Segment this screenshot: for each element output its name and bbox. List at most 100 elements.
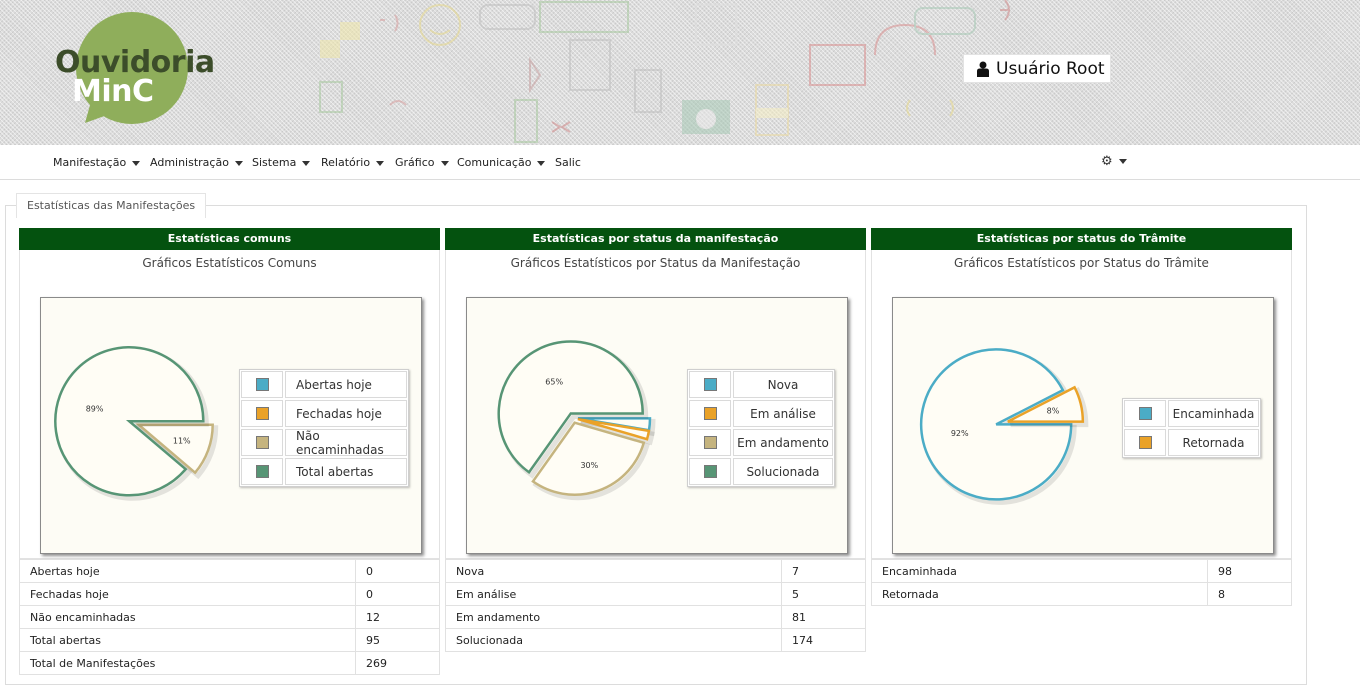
chart-legend: Abertas hoje Fechadas hoje Não encaminha… [239, 369, 409, 487]
settings-menu[interactable]: ⚙ [1101, 154, 1127, 169]
legend-swatch [255, 407, 269, 420]
chart-area: 11% 89% Abertas hoje Fechadas hoje Não en… [40, 297, 422, 554]
panel-manifestation-status: Estatísticas por status da manifestação … [445, 228, 866, 652]
row-value: 95 [355, 628, 440, 652]
legend-swatch [703, 378, 717, 391]
nav-item-relatorio[interactable]: Relatório [321, 156, 385, 169]
legend-swatch [255, 378, 269, 391]
row-label: Solucionada [445, 628, 782, 652]
legend-item: Nova [688, 370, 834, 399]
row-value: 0 [355, 559, 440, 583]
legend-label: Nova [733, 371, 833, 398]
legend-item: Abertas hoje [240, 370, 408, 399]
row-value: 174 [781, 628, 866, 652]
nav-item-salic[interactable]: Salic [555, 156, 581, 169]
nav-label: Comunicação [457, 156, 532, 169]
chevron-down-icon [537, 160, 546, 166]
row-value: 7 [781, 559, 866, 583]
nav-item-sistema[interactable]: Sistema [252, 156, 311, 169]
legend-label: Abertas hoje [285, 371, 407, 398]
pie-slice-label: 89% [86, 405, 104, 414]
legend-swatch [255, 436, 269, 449]
row-label: Total abertas [19, 628, 356, 652]
table-row: Em andamento 81 [445, 605, 866, 629]
legend-label: Retornada [1168, 429, 1259, 456]
main-nav: Manifestação Administração Sistema Relat… [0, 145, 1360, 180]
legend-swatch [1138, 436, 1152, 449]
panel-body: Gráficos Estatísticos por Status da Mani… [445, 250, 866, 559]
ouvidoria-minc-logo[interactable]: Ouvidoria MinC [55, 10, 235, 125]
row-label: Não encaminhadas [19, 605, 356, 629]
nav-item-grafico[interactable]: Gráfico [395, 156, 449, 169]
chevron-down-icon [376, 160, 385, 166]
legend-item: Retornada [1123, 428, 1260, 457]
row-value: 98 [1207, 559, 1292, 583]
legend-item: Em análise [688, 399, 834, 428]
pie-slice-label: 92% [951, 429, 969, 438]
table-row: Fechadas hoje 0 [19, 582, 440, 606]
panel-header: Estatísticas por status do Trâmite [871, 228, 1292, 250]
banner-decoration [319, 0, 1010, 143]
table-row: Não encaminhadas 12 [19, 605, 440, 629]
row-label: Encaminhada [871, 559, 1208, 583]
panel-body: Gráficos Estatísticos Comuns 11% 89% Aber… [19, 250, 440, 559]
nav-item-administracao[interactable]: Administração [150, 156, 243, 169]
section-title: Estatísticas das Manifestações [16, 193, 207, 218]
chevron-down-icon [132, 160, 141, 166]
legend-label: Não encaminhadas [285, 429, 407, 457]
chevron-down-icon [440, 160, 449, 166]
header-banner: Ouvidoria MinC Usuário Root [0, 0, 1360, 145]
legend-label: Em andamento [733, 429, 833, 456]
chart-legend: Encaminhada Retornada [1122, 398, 1261, 458]
chart-area: 92% 8% Encaminhada Retornada [892, 297, 1274, 554]
nav-item-manifestacao[interactable]: Manifestação [53, 156, 141, 169]
user-menu[interactable]: Usuário Root [963, 54, 1111, 83]
legend-label: Total abertas [285, 458, 407, 485]
legend-item: Fechadas hoje [240, 399, 408, 428]
legend-label: Em análise [733, 400, 833, 427]
pie-slice[interactable] [54, 346, 205, 497]
stats-table: Abertas hoje 0 Fechadas hoje 0 Não encamin… [19, 559, 440, 675]
table-row: Nova 7 [445, 559, 866, 583]
legend-label: Solucionada [733, 458, 833, 485]
table-row: Total de Manifestações 269 [19, 651, 440, 675]
pie-slice-label: 11% [173, 437, 191, 446]
chart-title: Gráficos Estatísticos Comuns [142, 256, 317, 270]
stats-table: Nova 7 Em análise 5 Em andamento 81 Solucio… [445, 559, 866, 652]
pie-slice-label: 30% [580, 461, 598, 470]
nav-item-comunicacao[interactable]: Comunicação [457, 156, 546, 169]
row-value: 12 [355, 605, 440, 629]
row-label: Abertas hoje [19, 559, 356, 583]
row-label: Retornada [871, 582, 1208, 606]
table-row: Retornada 8 [871, 582, 1292, 606]
pie-slice-label: 65% [545, 378, 563, 387]
legend-item: Não encaminhadas [240, 428, 408, 457]
row-value: 5 [781, 582, 866, 606]
nav-label: Gráfico [395, 156, 435, 169]
nav-label: Manifestação [53, 156, 127, 169]
chart-title: Gráficos Estatísticos por Status da Mani… [510, 256, 801, 270]
row-label: Em andamento [445, 605, 782, 629]
row-value: 269 [355, 651, 440, 675]
legend-swatch [1138, 407, 1152, 420]
legend-swatch [703, 407, 717, 420]
chart-legend: Nova Em análise Em andamento Solucionada [687, 369, 835, 487]
legend-item: Total abertas [240, 457, 408, 486]
nav-label: Administração [150, 156, 229, 169]
chevron-down-icon [234, 160, 243, 166]
row-value: 8 [1207, 582, 1292, 606]
chevron-down-icon [1118, 159, 1127, 164]
row-label: Fechadas hoje [19, 582, 356, 606]
logo-line-2: MinC [72, 74, 154, 109]
nav-label: Salic [555, 156, 581, 169]
table-row: Abertas hoje 0 [19, 559, 440, 583]
panel-header: Estatísticas por status da manifestação [445, 228, 866, 250]
panel-header: Estatísticas comuns [19, 228, 440, 250]
legend-label: Encaminhada [1168, 400, 1259, 427]
legend-item: Solucionada [688, 457, 834, 486]
chevron-down-icon [302, 160, 311, 166]
legend-item: Encaminhada [1123, 399, 1260, 428]
chart-area: 30% 65% Nova Em análise Em andamento Solu… [466, 297, 848, 554]
user-icon [977, 61, 989, 77]
panel-body: Gráficos Estatísticos por Status do Trâm… [871, 250, 1292, 559]
